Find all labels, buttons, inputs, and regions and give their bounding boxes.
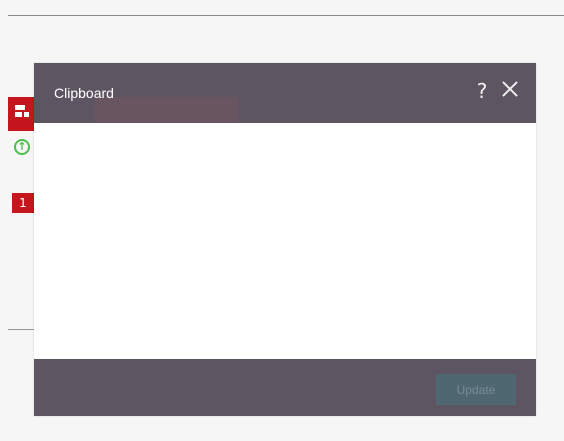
- clipboard-modal: Clipboard ? Update: [34, 63, 536, 416]
- clipboard-modal-header: Clipboard ?: [34, 63, 536, 123]
- clipboard-content-area[interactable]: [34, 123, 536, 359]
- widget-layout-block-a: [15, 105, 25, 110]
- widget-layout-icon[interactable]: [15, 105, 33, 117]
- help-button[interactable]: ?: [474, 79, 490, 103]
- upload-circle-icon[interactable]: ↑: [14, 139, 30, 155]
- clipboard-modal-footer: Update: [34, 359, 536, 416]
- left-divider: [8, 329, 36, 330]
- header-ghost-highlight: [95, 97, 238, 123]
- close-icon[interactable]: [500, 79, 520, 99]
- widget-layout-block-b: [15, 112, 22, 117]
- top-divider: [8, 15, 564, 16]
- modal-title: Clipboard: [54, 85, 114, 101]
- widget-layout-block-c: [24, 112, 29, 117]
- page-root: ↑ 1 Clipboard ? Update: [0, 0, 564, 441]
- count-badge: 1: [12, 193, 34, 213]
- update-button[interactable]: Update: [436, 374, 516, 405]
